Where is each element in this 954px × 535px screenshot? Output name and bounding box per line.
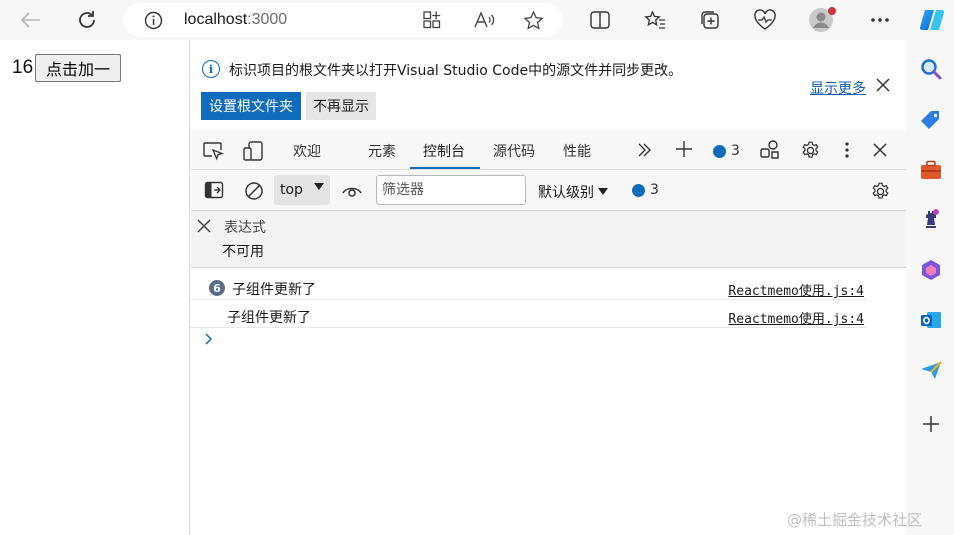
clear-console-icon[interactable] bbox=[243, 180, 265, 202]
message-bubble-icon bbox=[713, 144, 726, 158]
live-expression-panel: 表达式 不可用 bbox=[191, 211, 906, 268]
console-log-row: 6 子组件更新了 Reactmemo使用.js:4 bbox=[191, 272, 867, 300]
remove-expression-close-icon[interactable] bbox=[196, 215, 212, 234]
infobar-close-icon[interactable] bbox=[875, 77, 891, 93]
url-port: :3000 bbox=[247, 11, 288, 28]
url-text: localhost:3000 bbox=[184, 11, 287, 29]
devtools-tab-bar: 欢迎 元素 控制台 源代码 性能 3 bbox=[191, 130, 906, 170]
sidebar-toggle-icon[interactable] bbox=[203, 180, 225, 200]
connection-icon[interactable] bbox=[759, 139, 781, 161]
copilot-icon[interactable] bbox=[917, 6, 947, 34]
dropdown-arrow-icon bbox=[314, 183, 324, 190]
console-log-row: 子组件更新了 Reactmemo使用.js:4 bbox=[191, 300, 867, 328]
edge-sidebar bbox=[906, 40, 954, 535]
address-bar[interactable]: localhost:3000 bbox=[123, 3, 563, 37]
device-emulation-icon[interactable] bbox=[242, 140, 264, 162]
info-icon: i bbox=[202, 60, 220, 78]
add-sidebar-app-plus-icon[interactable] bbox=[920, 413, 942, 435]
add-tab-plus-icon[interactable] bbox=[674, 139, 694, 159]
show-more-link[interactable]: 显示更多 bbox=[810, 78, 866, 98]
games-chess-icon[interactable] bbox=[920, 208, 942, 230]
devtools-infobar: i 标识项目的根文件夹以打开Visual Studio Code中的源文件并同步… bbox=[191, 40, 906, 130]
console-issues-badge[interactable]: 3 bbox=[632, 182, 659, 198]
add-one-button[interactable]: 点击加一 bbox=[35, 54, 121, 82]
send-drop-icon[interactable] bbox=[920, 359, 942, 381]
context-selector-value: top bbox=[280, 182, 303, 198]
log-message: 子组件更新了 bbox=[232, 282, 316, 298]
favorites-icon[interactable] bbox=[643, 8, 667, 32]
search-icon[interactable] bbox=[920, 58, 942, 80]
split-screen-icon[interactable] bbox=[588, 8, 612, 32]
filter-input[interactable] bbox=[376, 175, 526, 205]
tab-sources[interactable]: 源代码 bbox=[493, 141, 535, 161]
dont-show-again-button[interactable]: 不再显示 bbox=[306, 92, 376, 120]
console-issues-count: 3 bbox=[650, 182, 659, 198]
inspect-element-icon[interactable] bbox=[202, 140, 224, 162]
console-prompt-chevron-icon[interactable] bbox=[204, 332, 214, 346]
console-settings-gear-icon[interactable] bbox=[869, 180, 891, 202]
dropdown-arrow-icon bbox=[598, 188, 608, 195]
log-message: 子组件更新了 bbox=[227, 310, 311, 326]
url-host: localhost bbox=[184, 11, 248, 28]
log-source-link[interactable]: Reactmemo使用.js:4 bbox=[728, 308, 864, 327]
browser-essentials-icon[interactable] bbox=[752, 8, 778, 32]
favorite-star-icon[interactable] bbox=[522, 9, 544, 31]
expression-label[interactable]: 表达式 bbox=[224, 217, 266, 237]
back-arrow-icon[interactable] bbox=[18, 8, 44, 32]
devtools-menu-icon[interactable] bbox=[837, 140, 857, 160]
close-devtools-icon[interactable] bbox=[870, 140, 890, 160]
tab-performance[interactable]: 性能 bbox=[563, 141, 591, 161]
set-root-folder-button[interactable]: 设置根文件夹 bbox=[201, 92, 301, 120]
more-options-icon[interactable] bbox=[867, 8, 893, 32]
profile-avatar-icon[interactable] bbox=[808, 6, 836, 34]
tab-welcome[interactable]: 欢迎 bbox=[293, 141, 321, 161]
live-expression-eye-icon[interactable] bbox=[340, 181, 364, 201]
issues-badge-count: 3 bbox=[731, 143, 740, 159]
web-page-content: 16 点击加一 bbox=[0, 40, 190, 535]
tab-elements[interactable]: 元素 bbox=[368, 141, 396, 161]
console-output: 6 子组件更新了 Reactmemo使用.js:4 子组件更新了 Reactme… bbox=[191, 269, 906, 535]
read-aloud-icon[interactable] bbox=[472, 9, 496, 31]
repeat-count-badge: 6 bbox=[209, 280, 225, 296]
log-source-link[interactable]: Reactmemo使用.js:4 bbox=[728, 280, 864, 299]
devtools-panel: i 标识项目的根文件夹以打开Visual Studio Code中的源文件并同步… bbox=[191, 40, 906, 535]
counter-value: 16 bbox=[12, 57, 34, 78]
tab-console[interactable]: 控制台 bbox=[423, 141, 465, 161]
reload-icon[interactable] bbox=[74, 7, 100, 33]
site-info-icon[interactable] bbox=[143, 10, 163, 30]
tools-briefcase-icon[interactable] bbox=[920, 159, 942, 181]
outlook-icon[interactable] bbox=[920, 309, 942, 331]
log-levels-dropdown[interactable]: 默认级别 bbox=[538, 182, 608, 202]
watermark-text: @稀土掘金技术社区 bbox=[787, 511, 923, 529]
app-available-icon[interactable] bbox=[421, 9, 443, 31]
microsoft-365-icon[interactable] bbox=[920, 259, 942, 281]
console-toolbar: top 默认级别 3 bbox=[191, 171, 906, 211]
message-bubble-icon bbox=[632, 183, 645, 197]
shopping-tag-icon[interactable] bbox=[920, 109, 942, 131]
collections-icon[interactable] bbox=[698, 8, 722, 32]
log-levels-label: 默认级别 bbox=[538, 185, 594, 201]
settings-gear-icon[interactable] bbox=[799, 139, 821, 161]
context-selector[interactable]: top bbox=[274, 175, 330, 205]
issues-badge[interactable]: 3 bbox=[713, 143, 740, 159]
infobar-message: 标识项目的根文件夹以打开Visual Studio Code中的源文件并同步更改… bbox=[229, 63, 683, 79]
browser-toolbar: localhost:3000 bbox=[0, 0, 954, 40]
active-tab-indicator bbox=[410, 167, 480, 169]
more-tabs-chevron-icon[interactable] bbox=[634, 140, 654, 160]
expression-value: 不可用 bbox=[222, 244, 264, 260]
